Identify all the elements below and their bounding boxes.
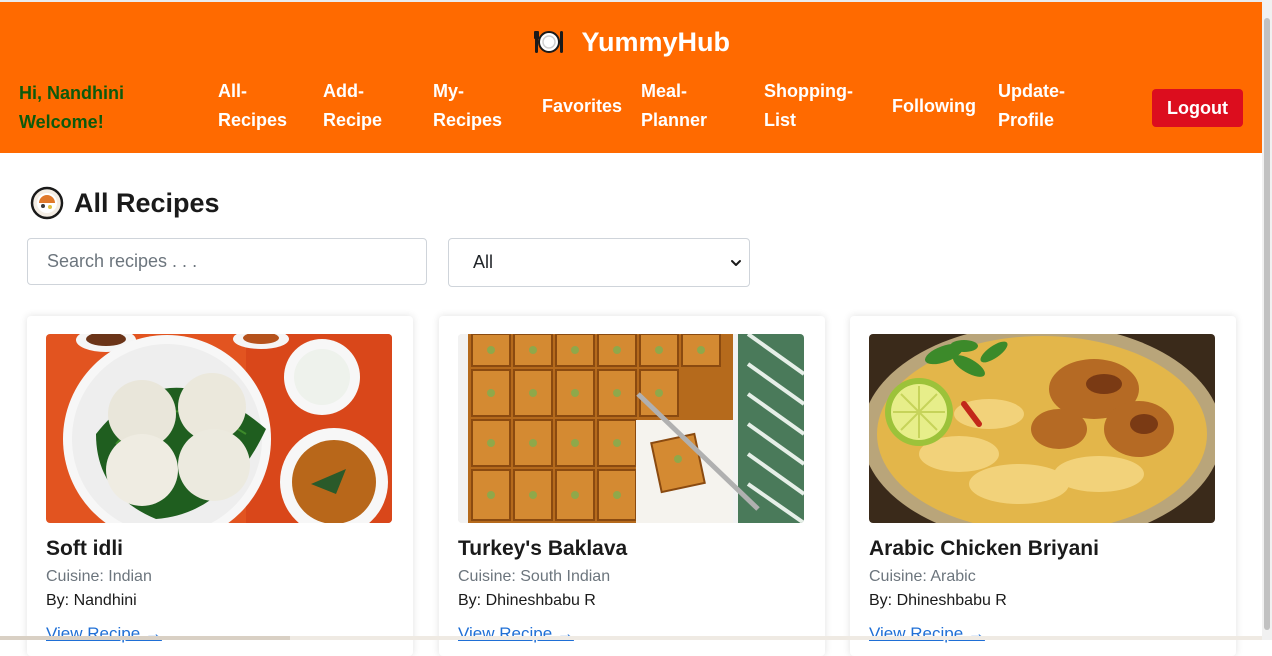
cuisine-filter-select[interactable]: All — [448, 238, 750, 287]
recipe-cuisine: Cuisine: Arabic — [869, 568, 976, 585]
view-recipe-link[interactable]: View Recipe → — [46, 624, 162, 644]
nav-meal-planner[interactable]: Meal- Planner — [641, 77, 707, 135]
food-bowl-icon — [30, 186, 64, 220]
recipe-name: Arabic Chicken Briyani — [869, 537, 1099, 560]
brand-name: YummyHub — [581, 26, 731, 57]
recipe-author: By: Dhineshbabu R — [458, 592, 596, 609]
idli-plate-photo[interactable] — [46, 334, 392, 523]
taskbar-segment — [0, 636, 290, 640]
nav-label-line1: My- — [433, 81, 464, 101]
chevron-down-icon — [731, 260, 741, 266]
greeting-name: Hi, Nandhini — [19, 83, 124, 103]
user-greeting: Hi, Nandhini Welcome! — [19, 79, 159, 137]
nav-label-line1: Favorites — [542, 96, 623, 116]
recipe-author: By: Nandhini — [46, 592, 137, 609]
nav-my-recipes[interactable]: My- Recipes — [433, 77, 502, 135]
nav-label-line1: Following — [892, 96, 976, 116]
nav-following[interactable]: Following — [892, 92, 976, 121]
greeting-welcome: Welcome! — [19, 112, 104, 132]
view-recipe-link[interactable]: View Recipe → — [869, 624, 985, 644]
nav-label-line1: Add- — [323, 81, 364, 101]
recipe-cuisine: Cuisine: Indian — [46, 568, 152, 585]
nav-add-recipe[interactable]: Add- Recipe — [323, 77, 382, 135]
nav-label-line2: Recipe — [323, 110, 383, 130]
page-heading: All Recipes — [30, 185, 220, 221]
brand[interactable]: YummyHub — [0, 22, 1262, 60]
nav-label-line1: All- — [218, 81, 247, 101]
nav-label-line2: List — [764, 110, 797, 130]
taskbar-strip — [0, 636, 1262, 640]
recipe-name: Turkey's Baklava — [458, 537, 628, 560]
nav-label-line2: Recipes — [218, 110, 288, 130]
chicken-biryani-photo[interactable] — [869, 334, 1215, 523]
recipe-cuisine: Cuisine: South Indian — [458, 568, 611, 585]
nav-shopping-list[interactable]: Shopping- List — [764, 77, 853, 135]
nav-all-recipes[interactable]: All- Recipes — [218, 77, 287, 135]
recipe-card[interactable]: Turkey's Baklava Cuisine: South Indian B… — [439, 316, 825, 656]
select-value: All — [473, 252, 494, 272]
recipe-card[interactable]: Arabic Chicken Briyani Cuisine: Arabic B… — [850, 316, 1236, 656]
baklava-tray-photo[interactable] — [458, 334, 804, 523]
navbar: YummyHub Hi, Nandhini Welcome! All- Reci… — [0, 2, 1262, 153]
nav-label-line2: Profile — [998, 110, 1055, 130]
recipe-card[interactable]: Soft idli Cuisine: Indian By: Nandhini V… — [27, 316, 413, 656]
plate-cutlery-icon — [533, 30, 563, 53]
nav-label-line2: Planner — [641, 110, 708, 130]
search-input[interactable] — [27, 238, 427, 285]
recipe-author: By: Dhineshbabu R — [869, 592, 1007, 609]
nav-label-line1: Shopping- — [764, 81, 853, 101]
scrollbar-thumb[interactable] — [1264, 18, 1270, 630]
logout-button[interactable]: Logout — [1152, 89, 1243, 127]
nav-label-line2: Recipes — [433, 110, 503, 130]
nav-label-line1: Update- — [998, 81, 1065, 101]
page-title: All Recipes — [74, 187, 220, 218]
recipe-name: Soft idli — [46, 537, 123, 560]
nav-label-line1: Meal- — [641, 81, 688, 101]
nav-favorites[interactable]: Favorites — [542, 92, 622, 121]
nav-update-profile[interactable]: Update- Profile — [998, 77, 1065, 135]
view-recipe-link[interactable]: View Recipe → — [458, 624, 574, 644]
